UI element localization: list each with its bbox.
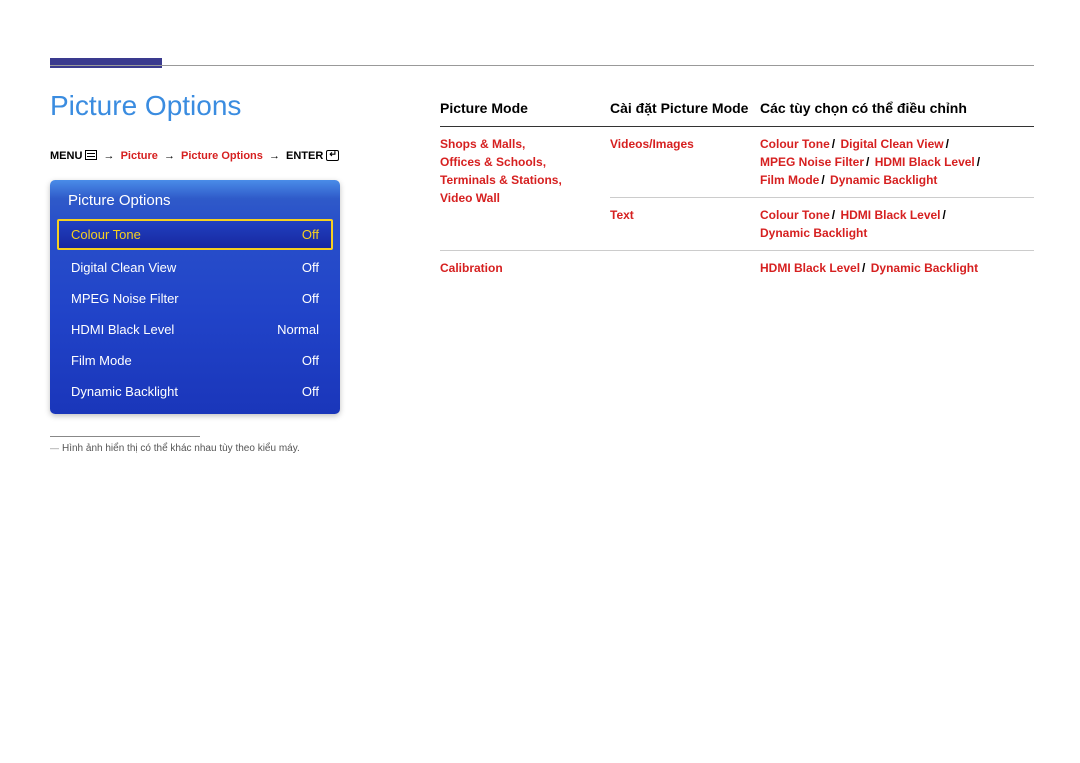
breadcrumb-sep: → xyxy=(269,150,280,162)
osd-menu-panel: Picture Options Colour Tone Off Digital … xyxy=(50,180,340,414)
mode-item: Offices & Schools xyxy=(440,155,543,169)
menu-icon xyxy=(85,150,97,160)
mode-item: Shops & Malls xyxy=(440,137,522,151)
footnote-rule xyxy=(50,436,200,437)
table-header-col1: Picture Mode xyxy=(440,90,610,127)
osd-item-value: Off xyxy=(302,353,319,368)
osd-item-value: Normal xyxy=(277,322,319,337)
osd-item-dynamic-backlight[interactable]: Dynamic Backlight Off xyxy=(57,376,333,407)
mode-item: Calibration xyxy=(440,261,503,275)
table-row: Calibration HDMI Black Level/ Dynamic Ba… xyxy=(440,251,1034,286)
mode-item: Video Wall xyxy=(440,191,500,205)
options-table: Picture Mode Cài đặt Picture Mode Các tù… xyxy=(440,90,1034,285)
osd-item-colour-tone[interactable]: Colour Tone Off xyxy=(57,219,333,250)
table-header-col2: Cài đặt Picture Mode xyxy=(610,90,760,127)
right-column: Picture Mode Cài đặt Picture Mode Các tù… xyxy=(440,90,1034,454)
enter-icon xyxy=(326,150,339,161)
breadcrumb-sep: → xyxy=(104,150,115,162)
cell-picture-mode: Shops & Malls, Offices & Schools, Termin… xyxy=(440,127,610,251)
setting-value: Text xyxy=(610,208,634,222)
option-item: Dynamic Backlight xyxy=(760,226,867,240)
osd-item-value: Off xyxy=(302,384,319,399)
option-item: Dynamic Backlight xyxy=(830,173,937,187)
breadcrumb-menu: MENU xyxy=(50,150,82,162)
header-rule xyxy=(50,65,1034,66)
osd-title: Picture Options xyxy=(54,184,336,219)
cell-setting: Text xyxy=(610,198,760,251)
option-item: HDMI Black Level xyxy=(760,261,860,275)
breadcrumb-step-picture: Picture xyxy=(121,150,158,162)
osd-items-list: Colour Tone Off Digital Clean View Off M… xyxy=(54,219,336,410)
cell-picture-mode: Calibration xyxy=(440,251,610,286)
header-accent-block xyxy=(50,58,162,68)
option-item: HDMI Black Level xyxy=(875,155,975,169)
table-header-col3: Các tùy chọn có thể điều chỉnh xyxy=(760,90,1034,127)
main-content: Picture Options MENU → Picture → Picture… xyxy=(50,90,1034,454)
cell-options: HDMI Black Level/ Dynamic Backlight xyxy=(760,251,1034,286)
setting-value: Videos/Images xyxy=(610,137,694,151)
osd-item-value: Off xyxy=(302,227,319,242)
osd-item-digital-clean-view[interactable]: Digital Clean View Off xyxy=(57,252,333,283)
breadcrumb-sep: → xyxy=(164,150,175,162)
page-title: Picture Options xyxy=(50,90,400,122)
option-item: Dynamic Backlight xyxy=(871,261,978,275)
osd-item-mpeg-noise-filter[interactable]: MPEG Noise Filter Off xyxy=(57,283,333,314)
cell-options: Colour Tone/ Digital Clean View/ MPEG No… xyxy=(760,127,1034,198)
footnote-text: Hình ảnh hiển thị có thể khác nhau tùy t… xyxy=(50,443,400,454)
option-item: Colour Tone xyxy=(760,208,830,222)
breadcrumb: MENU → Picture → Picture Options → ENTER xyxy=(50,150,400,162)
cell-setting xyxy=(610,251,760,286)
osd-item-label: HDMI Black Level xyxy=(71,322,174,337)
option-item: Colour Tone xyxy=(760,137,830,151)
cell-options: Colour Tone/ HDMI Black Level/ Dynamic B… xyxy=(760,198,1034,251)
osd-item-hdmi-black-level[interactable]: HDMI Black Level Normal xyxy=(57,314,333,345)
cell-setting: Videos/Images xyxy=(610,127,760,198)
option-item: Film Mode xyxy=(760,173,819,187)
osd-item-label: Film Mode xyxy=(71,353,132,368)
osd-item-value: Off xyxy=(302,291,319,306)
mode-item: Terminals & Stations xyxy=(440,173,558,187)
option-item: MPEG Noise Filter xyxy=(760,155,864,169)
breadcrumb-enter: ENTER xyxy=(286,150,323,162)
table-row: Shops & Malls, Offices & Schools, Termin… xyxy=(440,127,1034,198)
osd-item-label: MPEG Noise Filter xyxy=(71,291,179,306)
osd-item-value: Off xyxy=(302,260,319,275)
osd-item-film-mode[interactable]: Film Mode Off xyxy=(57,345,333,376)
left-column: Picture Options MENU → Picture → Picture… xyxy=(50,90,400,454)
osd-item-label: Digital Clean View xyxy=(71,260,176,275)
breadcrumb-step-picture-options: Picture Options xyxy=(181,150,263,162)
option-item: Digital Clean View xyxy=(840,137,943,151)
osd-item-label: Colour Tone xyxy=(71,227,141,242)
osd-item-label: Dynamic Backlight xyxy=(71,384,178,399)
option-item: HDMI Black Level xyxy=(840,208,940,222)
